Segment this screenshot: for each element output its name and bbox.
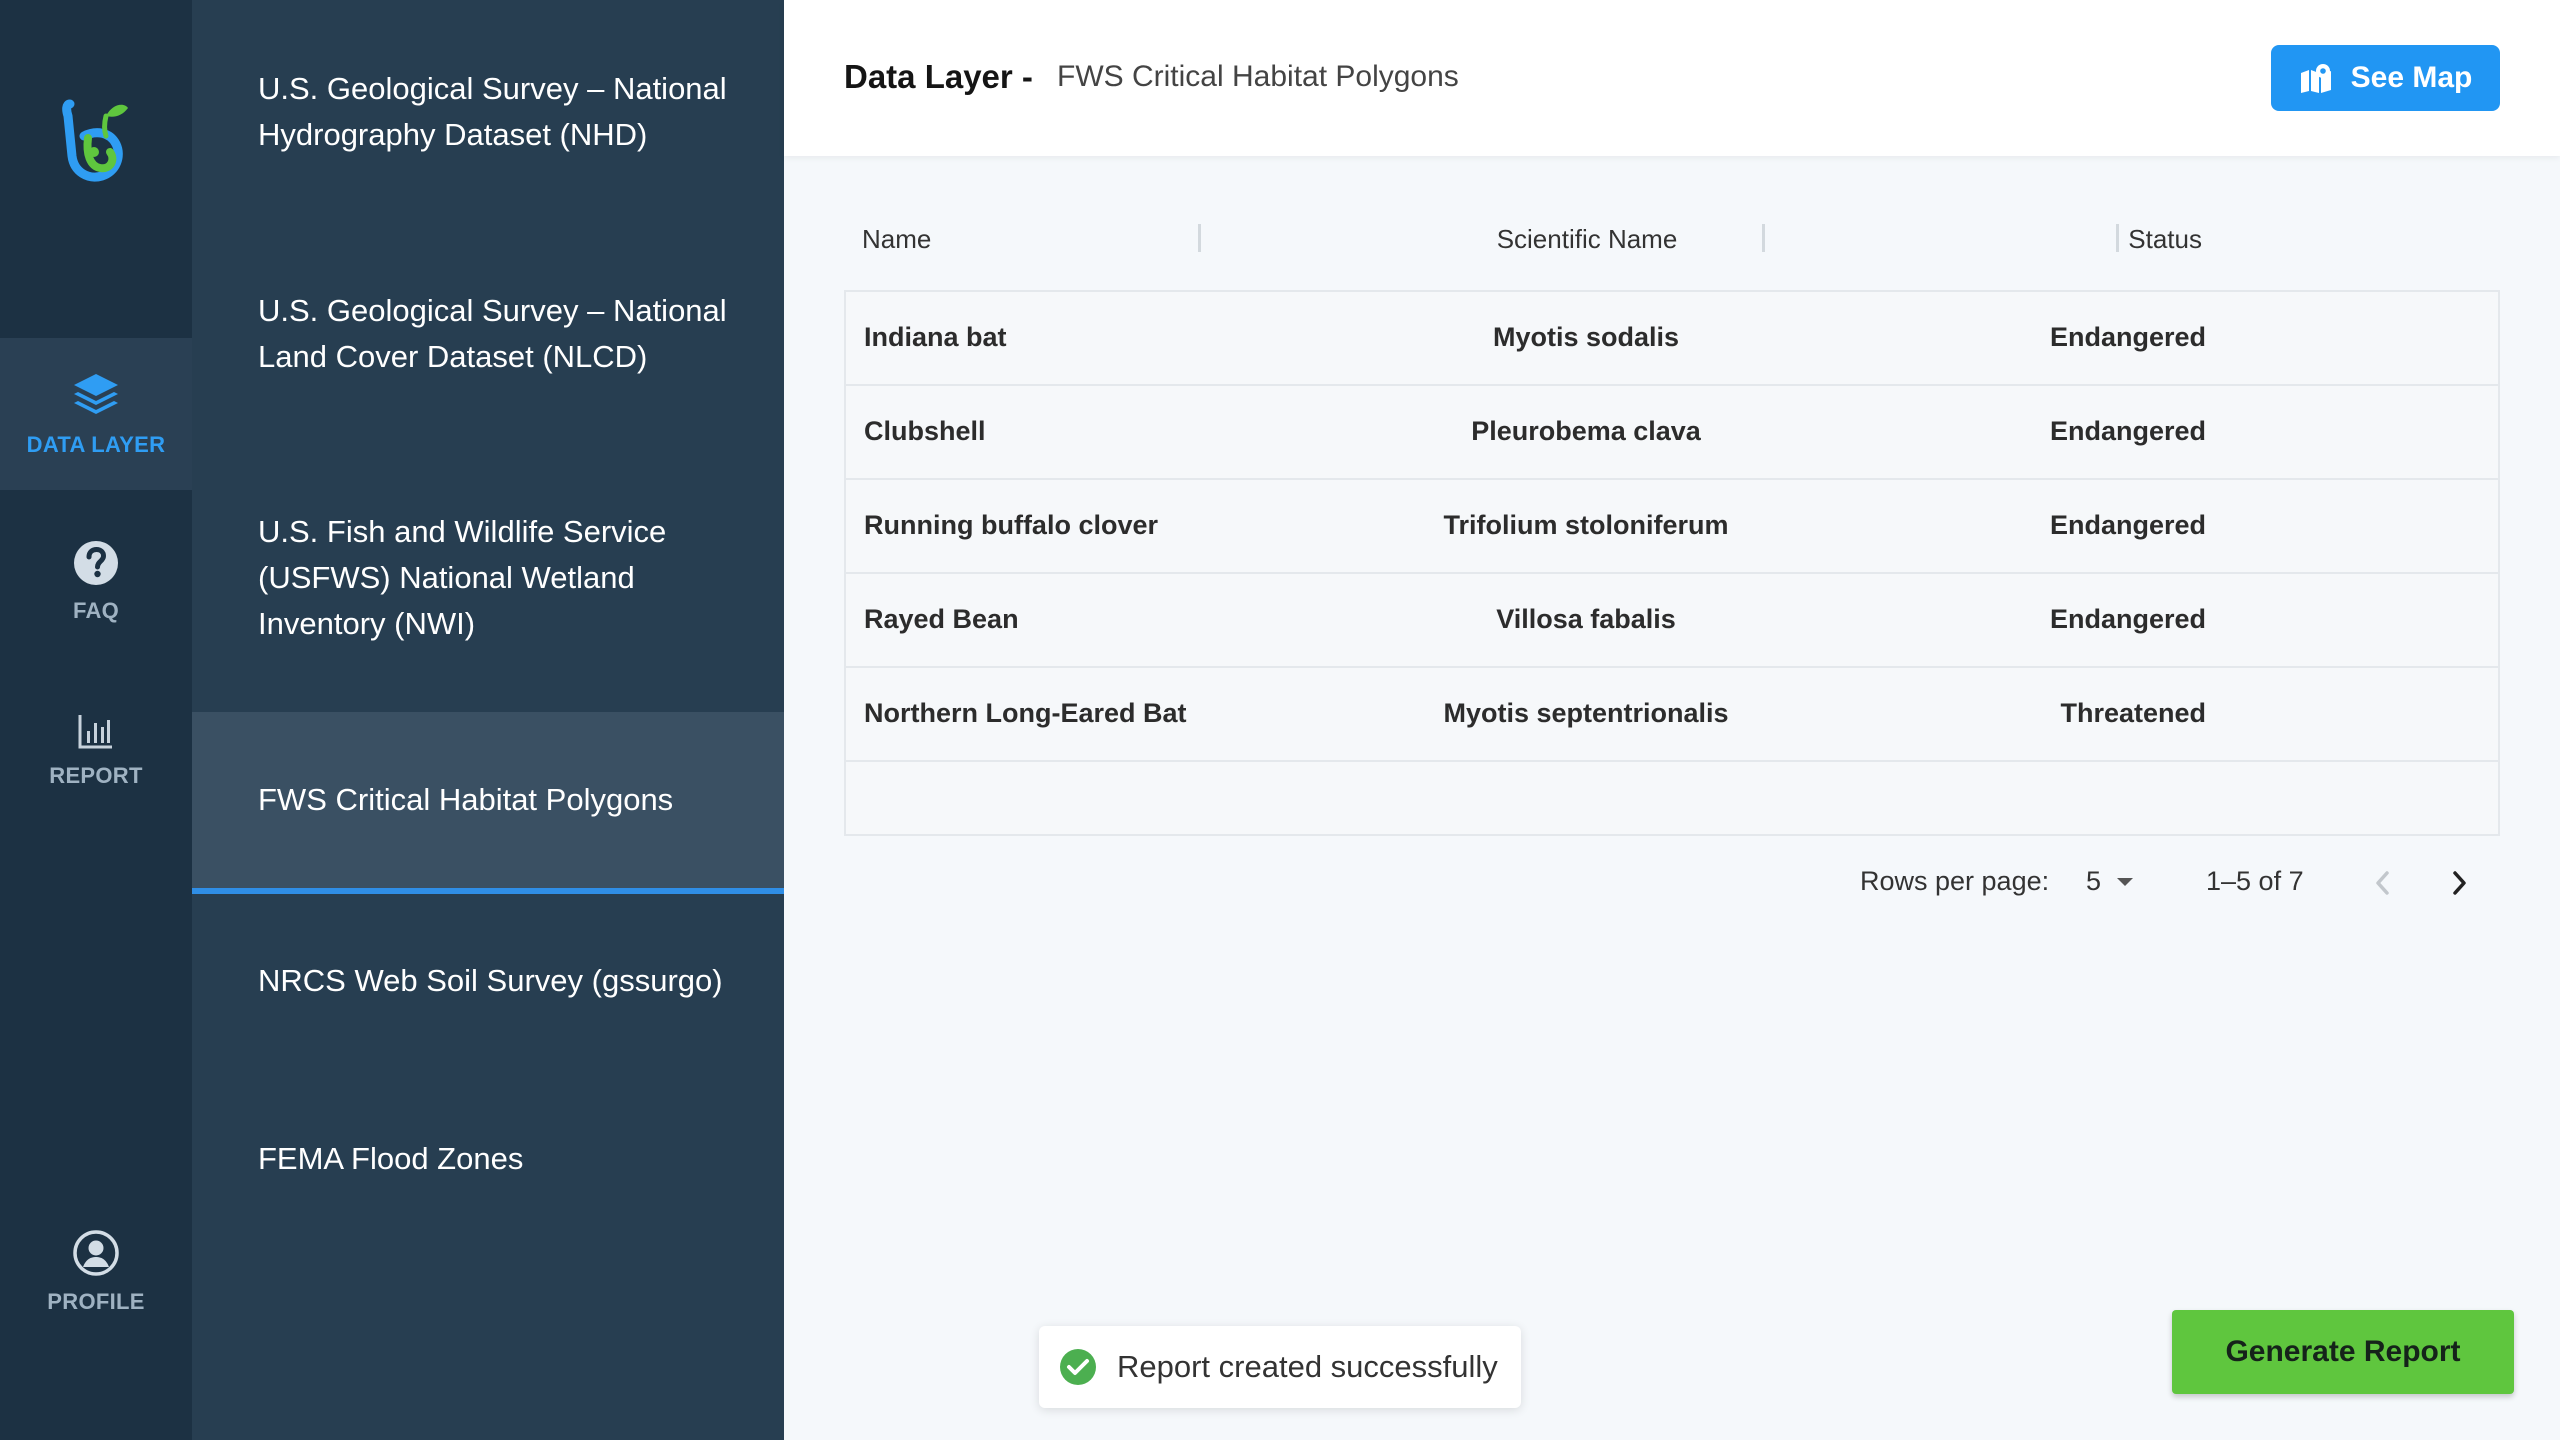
see-map-label: See Map <box>2350 61 2473 94</box>
cell-scientific-name: Pleurobema clava <box>1471 416 1701 446</box>
column-header-name[interactable]: Name <box>862 224 931 255</box>
nav-item-report[interactable]: REPORT <box>0 674 192 826</box>
chevron-left-icon <box>2376 871 2389 895</box>
page-title: Data Layer - <box>844 58 1033 95</box>
rows-per-page-value: 5 <box>2086 866 2102 896</box>
nav-label-profile: PROFILE <box>47 1289 145 1314</box>
table-row[interactable]: Northern Long-Eared Bat Myotis septentri… <box>846 668 2498 762</box>
nav-item-data-layer[interactable]: DATA LAYER <box>0 338 192 490</box>
user-circle-icon <box>73 1230 119 1276</box>
cell-scientific-name: Myotis septentrionalis <box>1443 698 1729 728</box>
prev-page-button[interactable] <box>2370 868 2396 903</box>
check-circle-icon <box>1060 1349 1096 1385</box>
cell-name: Indiana bat <box>864 322 1007 352</box>
success-toast: Report created successfully <box>1039 1326 1521 1408</box>
map-icon <box>2300 64 2331 93</box>
app-logo[interactable] <box>60 96 132 186</box>
layer-item-nwi[interactable]: U.S. Fish and Wildlife Service (USFWS) N… <box>192 504 784 652</box>
column-resizer[interactable] <box>1198 224 1201 252</box>
column-resizer[interactable] <box>1762 224 1765 252</box>
cell-status: Endangered <box>2049 416 2206 446</box>
layer-item-label: FEMA Flood Zones <box>258 1141 524 1176</box>
layer-item-label: U.S. Geological Survey – National Hydrog… <box>258 71 727 152</box>
generate-report-label: Generate Report <box>2225 1335 2461 1368</box>
cell-name: Running buffalo clover <box>864 510 1158 540</box>
bar-chart-icon <box>78 715 112 749</box>
see-map-button[interactable]: See Map <box>2271 45 2500 111</box>
caret-down-icon <box>2117 877 2134 886</box>
nav-rail: DATA LAYER FAQ REPORT PROFILE <box>0 0 192 1440</box>
nav-item-profile[interactable]: PROFILE <box>0 1196 192 1348</box>
page-range: 1–5 of 7 <box>2206 866 2304 896</box>
layer-item-nhd[interactable]: U.S. Geological Survey – National Hydrog… <box>192 40 784 184</box>
layer-item-label: U.S. Geological Survey – National Land C… <box>258 293 727 374</box>
cell-scientific-name: Villosa fabalis <box>1496 604 1676 634</box>
layer-item-nlcd[interactable]: U.S. Geological Survey – National Land C… <box>192 262 784 406</box>
page-subtitle: FWS Critical Habitat Polygons <box>1057 60 1459 93</box>
table-header: Name Scientific Name Status <box>844 210 2500 270</box>
chevron-right-icon <box>2453 871 2466 895</box>
layer-item-label: FWS Critical Habitat Polygons <box>258 782 674 817</box>
layer-list: U.S. Geological Survey – National Hydrog… <box>192 0 784 1440</box>
layer-item-critical-habitat[interactable]: FWS Critical Habitat Polygons <box>192 712 784 894</box>
layer-item-web-soil-survey[interactable]: NRCS Web Soil Survey (gssurgo) <box>192 944 784 1018</box>
cell-status: Endangered <box>2049 322 2206 352</box>
nav-label-report: REPORT <box>49 763 143 788</box>
rows-per-page-select[interactable]: 5 <box>2086 866 2135 897</box>
cell-status: Endangered <box>2049 604 2206 634</box>
cell-scientific-name: Trifolium stoloniferum <box>1443 510 1729 540</box>
nav-item-faq[interactable]: FAQ <box>0 506 192 658</box>
column-header-status[interactable]: Status <box>2022 224 2202 255</box>
cell-name: Northern Long-Eared Bat <box>864 698 1187 728</box>
cell-status: Threatened <box>2060 698 2206 728</box>
table-row[interactable]: Indiana bat Myotis sodalis Endangered <box>846 292 2498 386</box>
layer-item-fema-flood-zones[interactable]: FEMA Flood Zones <box>192 1122 784 1196</box>
layers-icon <box>74 374 118 414</box>
generate-report-button[interactable]: Generate Report <box>2172 1310 2514 1394</box>
table-row[interactable]: Rayed Bean Villosa fabalis Endangered <box>846 574 2498 668</box>
next-page-button[interactable] <box>2446 868 2472 903</box>
cell-name: Rayed Bean <box>864 604 1019 634</box>
toast-message: Report created successfully <box>1117 1349 1498 1384</box>
nav-label-data-layer: DATA LAYER <box>26 432 166 457</box>
help-icon <box>74 541 118 585</box>
cell-name: Clubshell <box>864 416 986 446</box>
column-resizer[interactable] <box>2116 224 2119 252</box>
page-header: Data Layer - FWS Critical Habitat Polygo… <box>784 0 2560 156</box>
rows-per-page-label: Rows per page: <box>1860 866 2050 896</box>
cell-scientific-name: Myotis sodalis <box>1492 322 1680 352</box>
column-header-scientific-name[interactable]: Scientific Name <box>1392 224 1782 255</box>
species-table: Indiana bat Myotis sodalis Endangered Cl… <box>844 290 2500 836</box>
table-row[interactable]: Running buffalo clover Trifolium stoloni… <box>846 480 2498 574</box>
cell-status: Endangered <box>2049 510 2206 540</box>
layer-item-label: U.S. Fish and Wildlife Service (USFWS) N… <box>258 514 667 641</box>
layer-item-label: NRCS Web Soil Survey (gssurgo) <box>258 963 723 998</box>
table-row[interactable]: Clubshell Pleurobema clava Endangered <box>846 386 2498 480</box>
nav-label-faq: FAQ <box>72 598 120 623</box>
